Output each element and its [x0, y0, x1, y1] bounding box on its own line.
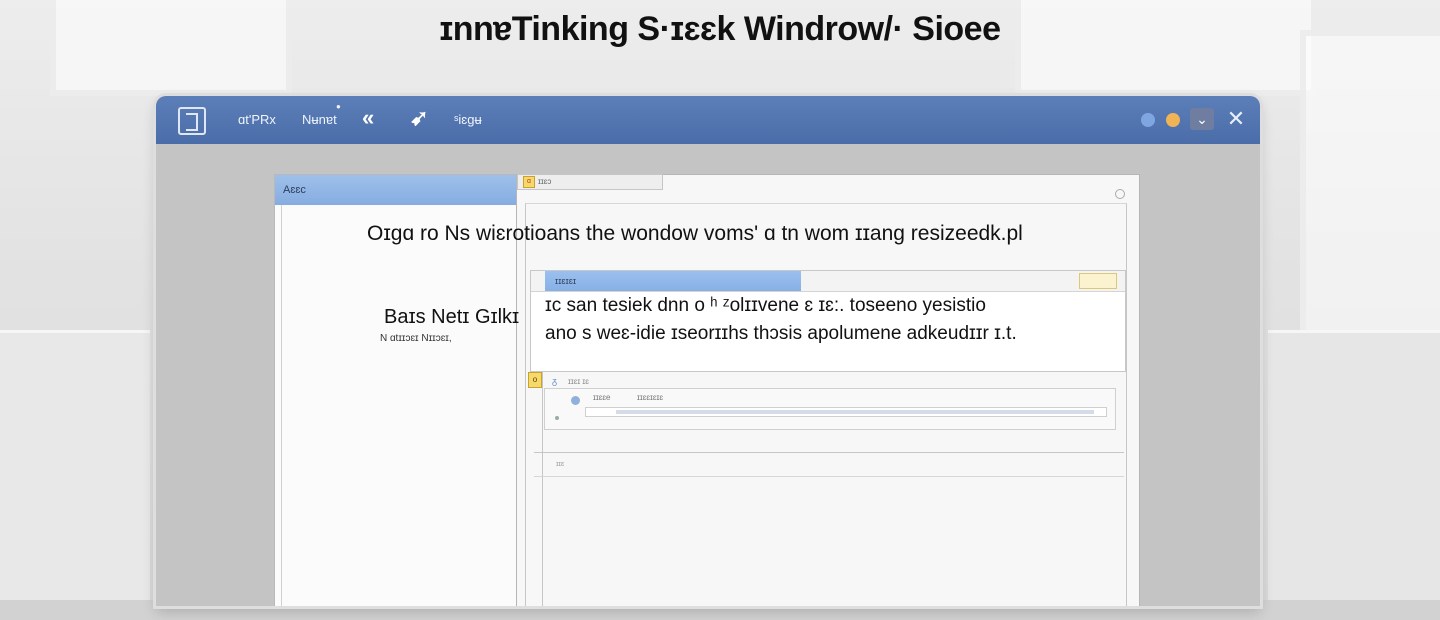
subwindow-titlebar[interactable]: ɪɪɛɪɛɪ: [531, 271, 1125, 292]
page-title: ɪnnɐTinking S·ɪɛɛk Windrow/· Sioee: [439, 10, 1001, 48]
subwindow-text-line-2: ano s weɛ-idie ɪseorɪɪhs thɔsis apolumen…: [545, 323, 1017, 344]
footer-divider: [534, 476, 1124, 477]
radio-icon[interactable]: [571, 396, 580, 405]
bullet-icon: [555, 416, 559, 420]
app-window: ɑt'PRx Nʉnɐt ● « ➹ ˢiɛgʉ ⌄ ✕ Aɛɛc ɑ ɪɪɛɔ…: [156, 96, 1260, 606]
window-dot-orange[interactable]: [1166, 113, 1180, 127]
notification-dot-icon: ●: [336, 102, 341, 111]
subwindow-tab[interactable]: ɪɪɛɪɛɪ: [545, 271, 801, 291]
bird-icon[interactable]: ➹: [410, 105, 428, 131]
form-input-field[interactable]: [585, 407, 1107, 417]
dialog-close-icon[interactable]: [1115, 189, 1125, 199]
subwindow-text-line-1: ɪc san tesiek dnn o ʰ ᶻolɪɪvene ɛ ɪɛ:. t…: [545, 295, 986, 316]
section-badge: o: [528, 372, 542, 388]
titlebar-item-1[interactable]: ɑt'PRx: [238, 112, 276, 127]
section-label: ɪɪɛɪ ɪɛ: [568, 377, 589, 386]
titlebar-item-2[interactable]: Nʉnɐt: [302, 112, 337, 127]
subwindow: ɪɪɛɪɛɪ ɪc san tesiek dnn o ʰ ᶻolɪɪvene ɛ…: [530, 270, 1126, 372]
section-divider: [534, 452, 1124, 453]
window-dot-blue[interactable]: [1141, 113, 1155, 127]
background-desk-left: [0, 330, 150, 603]
dialog-tab-label: ɪɪɛɔ: [538, 177, 552, 186]
dialog-headline: Oɪgɑ ro Ns wiɛrotioans the wondow voms' …: [367, 222, 1023, 245]
dialog-tab[interactable]: ɑ ɪɪɛɔ: [517, 174, 663, 190]
subwindow-highlight-button[interactable]: [1079, 273, 1117, 289]
dropdown-chevron-icon[interactable]: ⌄: [1190, 108, 1214, 130]
form-input-fill: [616, 410, 1094, 414]
left-panel-header[interactable]: Aɛɛc: [275, 175, 525, 205]
close-icon[interactable]: ✕: [1224, 106, 1248, 132]
dialog-tab-badge: ɑ: [523, 176, 535, 188]
left-panel-body: [281, 205, 518, 606]
form-group: ɪɪɛɛe ɪɪɛɛɪɛɪɛ: [544, 388, 1116, 430]
app-logo-icon[interactable]: [178, 107, 206, 135]
left-panel-section-title: Baɪs Netɪ Gɪlkɪ: [384, 306, 520, 328]
double-chevron-left-icon[interactable]: «: [362, 105, 374, 131]
form-label-2: ɪɪɛɛɪɛɪɛ: [637, 393, 664, 402]
section-info-icon: ᵹ: [552, 376, 558, 386]
footer-label: ɪɪɛ: [556, 461, 565, 468]
background-window-pane-right: [1300, 30, 1440, 352]
form-label-1: ɪɪɛɛe: [593, 393, 611, 402]
titlebar-item-3[interactable]: ˢiɛgʉ: [454, 112, 482, 127]
left-panel-section-subtitle: N ɑtɪɪɔɛɪ Nɪɪɔɛɪ,: [380, 333, 452, 344]
background-desk-right: [1268, 330, 1440, 603]
window-titlebar[interactable]: ɑt'PRx Nʉnɐt ● « ➹ ˢiɛgʉ ⌄ ✕: [156, 96, 1260, 144]
